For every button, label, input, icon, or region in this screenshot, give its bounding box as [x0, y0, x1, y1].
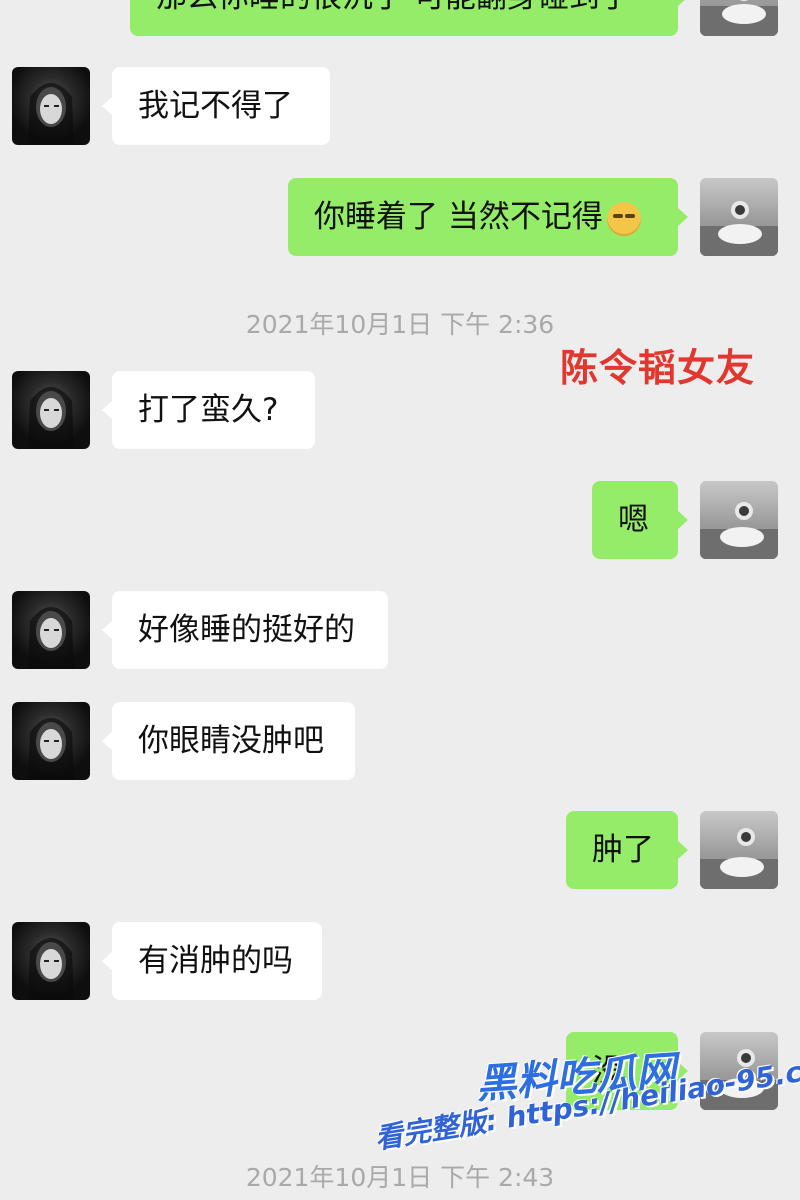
avatar-other[interactable] — [12, 371, 90, 449]
dark-portrait-avatar-icon — [28, 718, 74, 780]
message-bubble[interactable]: 嗯 — [592, 481, 688, 559]
message-bubble[interactable]: 你眼睛没肿吧 — [102, 702, 355, 780]
avatar-other[interactable] — [12, 922, 90, 1000]
toy-car-avatar-icon — [700, 201, 778, 256]
avatar-other[interactable] — [12, 702, 90, 780]
avatar-other[interactable] — [12, 67, 90, 145]
message-bubble[interactable]: 有消肿的吗 — [102, 922, 322, 1000]
chat-timestamp: 2021年10月1日 下午 2:43 — [245, 1163, 555, 1192]
dark-portrait-avatar-icon — [28, 83, 74, 145]
dark-portrait-avatar-icon — [28, 607, 74, 669]
smirk-face-emoji-icon — [606, 201, 641, 236]
avatar-self[interactable] — [700, 178, 778, 256]
message-bubble[interactable]: 我记不得了 — [102, 67, 330, 145]
message-text: 你睡着了 当然不记得 — [314, 199, 603, 235]
avatar-self[interactable] — [700, 481, 778, 559]
dark-portrait-avatar-icon — [28, 387, 74, 449]
message-bubble[interactable]: 那么你睡的很沉了 可能翻身碰到了 — [130, 0, 688, 36]
toy-car-avatar-icon — [700, 0, 778, 36]
chat-timestamp: 2021年10月1日 下午 2:36 — [245, 310, 555, 339]
annotation-label: 陈令韬女友 — [560, 346, 756, 390]
toy-car-avatar-icon — [700, 502, 778, 559]
toy-car-avatar-icon — [700, 828, 778, 889]
avatar-other[interactable] — [12, 591, 90, 669]
avatar-self[interactable] — [700, 811, 778, 889]
avatar-self[interactable] — [700, 0, 778, 36]
message-bubble[interactable]: 打了蛮久? — [102, 371, 315, 449]
chat-area[interactable]: 那么你睡的很沉了 可能翻身碰到了 我记不得了 你睡着了 当然不记得 — [0, 0, 800, 1200]
message-bubble[interactable]: 肿了 — [566, 811, 688, 889]
message-bubble[interactable]: 你睡着了 当然不记得 — [288, 178, 688, 256]
message-bubble[interactable]: 好像睡的挺好的 — [102, 591, 388, 669]
dark-portrait-avatar-icon — [28, 938, 74, 1000]
